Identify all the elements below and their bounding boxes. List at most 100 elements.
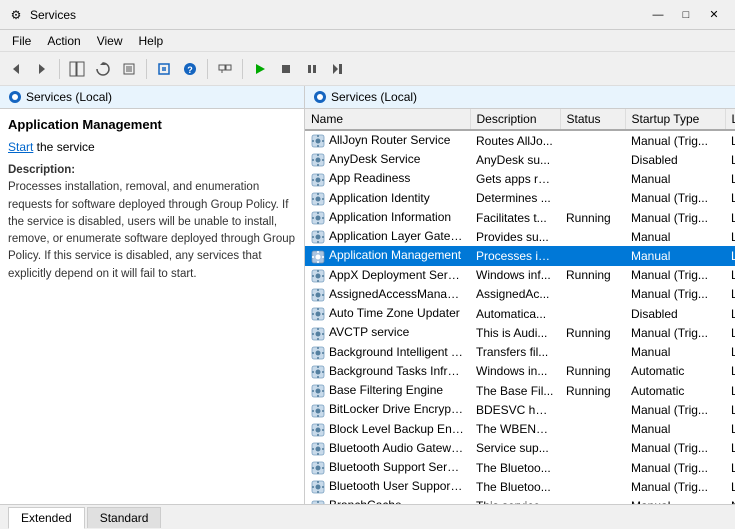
service-status-cell <box>560 477 625 496</box>
table-row[interactable]: AnyDesk ServiceAnyDesk su...DisabledLoca… <box>305 150 735 169</box>
service-startup-cell: Manual (Trig... <box>625 285 725 304</box>
connect-button[interactable] <box>213 57 237 81</box>
service-desc-cell: BDESVC hos... <box>470 400 560 419</box>
table-row[interactable]: AssignedAccessManager Se...AssignedAc...… <box>305 285 735 304</box>
service-name-cell: Bluetooth User Support Ser... <box>305 477 470 496</box>
sep1 <box>59 59 60 79</box>
services-table[interactable]: Name Description Status Startup Type Log… <box>305 109 735 504</box>
service-startup-cell: Manual <box>625 227 725 246</box>
start-service-link[interactable]: Start <box>8 140 33 154</box>
service-logon-cell: Local Sy... <box>725 362 735 381</box>
service-status-cell <box>560 189 625 208</box>
stop-service-button[interactable] <box>274 57 298 81</box>
forward-button[interactable] <box>30 57 54 81</box>
service-name-cell: BitLocker Drive Encryption ... <box>305 400 470 419</box>
properties-button[interactable] <box>152 57 176 81</box>
table-row[interactable]: Bluetooth Support ServiceThe Bluetoo...M… <box>305 458 735 477</box>
table-row[interactable]: Bluetooth User Support Ser...The Bluetoo… <box>305 477 735 496</box>
service-desc-cell: The Base Fil... <box>470 381 560 400</box>
table-row[interactable]: AllJoyn Router ServiceRoutes AllJo...Man… <box>305 130 735 150</box>
service-name-cell: BranchCache <box>305 496 470 504</box>
service-desc-cell: AssignedAc... <box>470 285 560 304</box>
service-status-cell <box>560 496 625 504</box>
minimize-button[interactable]: — <box>645 6 671 24</box>
service-status-cell <box>560 169 625 188</box>
back-button[interactable] <box>4 57 28 81</box>
col-header-logon[interactable]: Log On As <box>725 109 735 130</box>
service-logon-cell: Local Sy... <box>725 304 735 323</box>
table-row[interactable]: Application Layer Gateway ...Provides su… <box>305 227 735 246</box>
table-row[interactable]: Block Level Backup Engine ...The WBENG..… <box>305 420 735 439</box>
service-name-text: AssignedAccessManager Se... <box>329 287 470 301</box>
service-name-text: Application Management <box>329 248 461 262</box>
maximize-button[interactable]: □ <box>673 6 699 24</box>
tab-standard[interactable]: Standard <box>87 507 162 528</box>
service-logon-cell: Local Sy... <box>725 381 735 400</box>
close-button[interactable]: ✕ <box>701 6 727 24</box>
service-name-cell: AppX Deployment Service (... <box>305 266 470 285</box>
col-header-name[interactable]: Name <box>305 109 470 130</box>
start-service-button[interactable] <box>248 57 272 81</box>
table-row[interactable]: BranchCacheThis service ...ManualNetwor.… <box>305 496 735 504</box>
service-icon <box>311 268 325 282</box>
service-icon <box>311 287 325 301</box>
start-suffix: the service <box>33 140 94 154</box>
service-desc-cell: Routes AllJo... <box>470 130 560 150</box>
service-logon-cell: Local Se... <box>725 227 735 246</box>
service-name-text: AppX Deployment Service (... <box>329 268 470 282</box>
menu-bar: File Action View Help <box>0 30 735 52</box>
table-row[interactable]: BitLocker Drive Encryption ...BDESVC hos… <box>305 400 735 419</box>
table-row[interactable]: AVCTP serviceThis is Audi...RunningManua… <box>305 323 735 342</box>
sep2 <box>146 59 147 79</box>
service-status-cell <box>560 343 625 362</box>
service-name-cell: Application Identity <box>305 189 470 208</box>
tab-extended[interactable]: Extended <box>8 507 85 529</box>
table-row[interactable]: AppX Deployment Service (...Windows inf.… <box>305 266 735 285</box>
menu-action[interactable]: Action <box>39 32 88 50</box>
service-name-text: BitLocker Drive Encryption ... <box>329 402 470 416</box>
resume-service-button[interactable] <box>326 57 350 81</box>
service-name-text: AllJoyn Router Service <box>329 133 450 147</box>
table-row[interactable]: App ReadinessGets apps re...ManualLocal … <box>305 169 735 188</box>
menu-file[interactable]: File <box>4 32 39 50</box>
service-desc-cell: AnyDesk su... <box>470 150 560 169</box>
export-list-button[interactable] <box>117 57 141 81</box>
right-panel: Services (Local) Name Description Status… <box>305 86 735 504</box>
service-status-cell: Running <box>560 266 625 285</box>
show-hide-console-tree-button[interactable] <box>65 57 89 81</box>
service-desc-cell: Windows in... <box>470 362 560 381</box>
table-row[interactable]: Background Tasks Infrastruc...Windows in… <box>305 362 735 381</box>
service-status-cell <box>560 420 625 439</box>
service-name-cell: AnyDesk Service <box>305 150 470 169</box>
service-status-cell <box>560 439 625 458</box>
service-icon <box>311 383 325 397</box>
refresh-button[interactable] <box>91 57 115 81</box>
table-row[interactable]: Background Intelligent Tran...Transfers … <box>305 343 735 362</box>
service-startup-cell: Manual (Trig... <box>625 189 725 208</box>
service-name-text: BranchCache <box>329 498 402 504</box>
menu-help[interactable]: Help <box>131 32 172 50</box>
main-area: Services (Local) Application Management … <box>0 86 735 504</box>
col-header-status[interactable]: Status <box>560 109 625 130</box>
service-icon <box>311 133 325 147</box>
service-logon-cell: Local Sy... <box>725 208 735 227</box>
table-row[interactable]: Application ManagementProcesses in...Man… <box>305 246 735 265</box>
service-startup-cell: Manual (Trig... <box>625 266 725 285</box>
col-header-description[interactable]: Description <box>470 109 560 130</box>
table-row[interactable]: Bluetooth Audio Gateway S...Service sup.… <box>305 439 735 458</box>
service-logon-cell: Local Sy... <box>725 420 735 439</box>
table-row[interactable]: Application InformationFacilitates t...R… <box>305 208 735 227</box>
pause-service-button[interactable] <box>300 57 324 81</box>
table-row[interactable]: Base Filtering EngineThe Base Fil...Runn… <box>305 381 735 400</box>
table-row[interactable]: Application IdentityDetermines ...Manual… <box>305 189 735 208</box>
service-startup-cell: Automatic <box>625 381 725 400</box>
service-name-text: Bluetooth User Support Ser... <box>329 479 470 493</box>
service-status-cell <box>560 458 625 477</box>
menu-view[interactable]: View <box>89 32 131 50</box>
col-header-startup[interactable]: Startup Type <box>625 109 725 130</box>
table-row[interactable]: Auto Time Zone UpdaterAutomatica...Disab… <box>305 304 735 323</box>
service-name-cell: Auto Time Zone Updater <box>305 304 470 323</box>
help-button[interactable]: ? <box>178 57 202 81</box>
service-name-text: Bluetooth Audio Gateway S... <box>329 441 470 455</box>
service-name-cell: Background Tasks Infrastruc... <box>305 362 470 381</box>
